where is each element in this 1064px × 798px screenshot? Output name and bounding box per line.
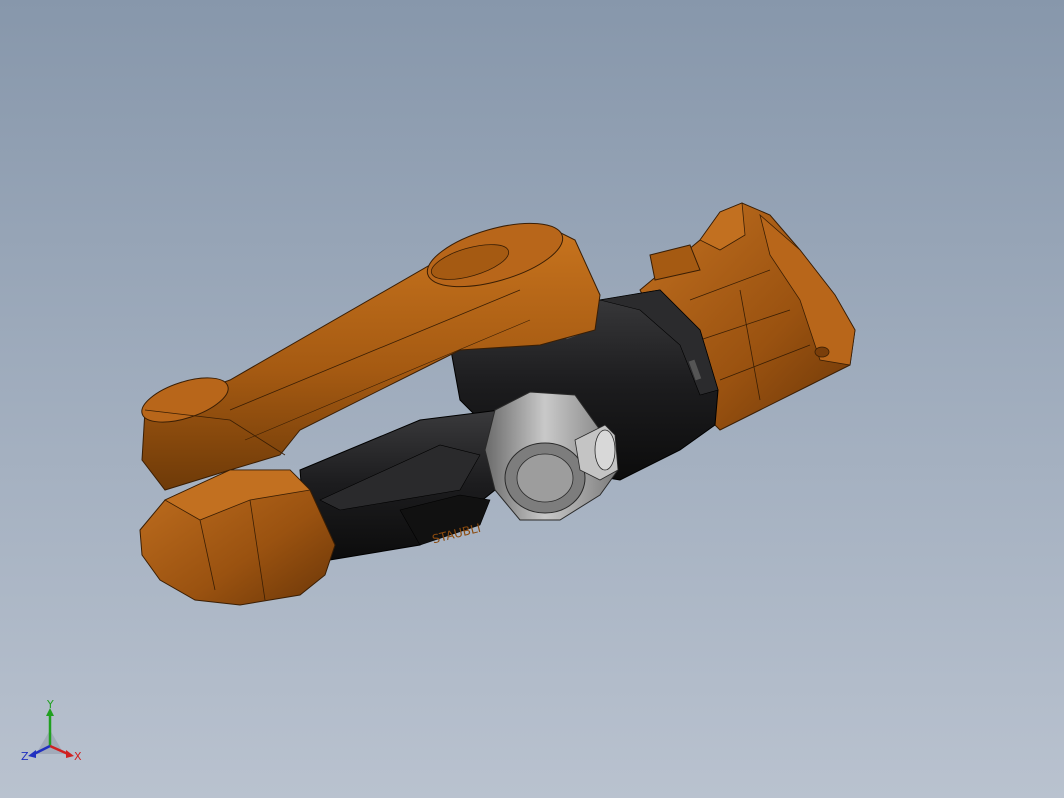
x-axis-arrow — [66, 750, 74, 758]
x-axis-label: X — [74, 750, 82, 763]
z-axis-label: Z — [21, 750, 29, 763]
robot-arm-model[interactable]: STAUBLI — [0, 0, 1064, 798]
orientation-triad[interactable]: Y X Z — [18, 700, 88, 770]
z-axis-arrow — [28, 750, 36, 758]
graphics-viewport[interactable]: STAUBLI Y X Z — [0, 0, 1064, 798]
y-axis-label: Y — [46, 700, 54, 711]
elbow-joint — [139, 469, 336, 606]
